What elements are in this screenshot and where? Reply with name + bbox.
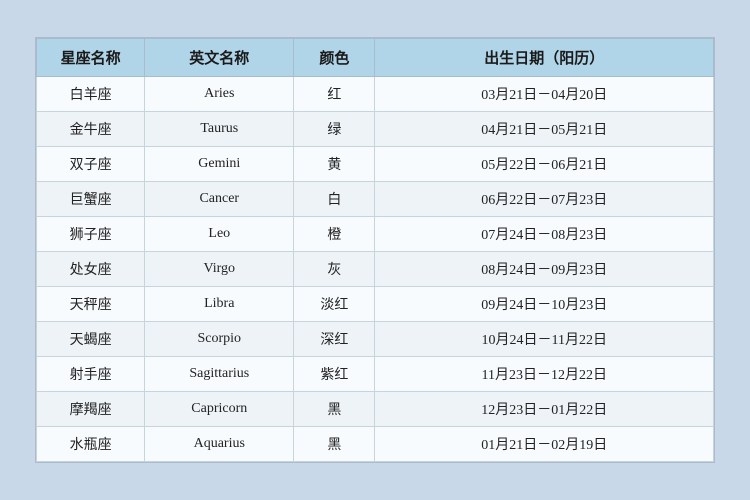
table-row: 天秤座Libra淡红09月24日－10月23日 <box>37 287 714 322</box>
header-date: 出生日期（阳历） <box>375 39 714 77</box>
cell-color: 白 <box>294 182 375 217</box>
cell-zh-name: 摩羯座 <box>37 392 145 427</box>
cell-zh-name: 射手座 <box>37 357 145 392</box>
table-row: 摩羯座Capricorn黑12月23日－01月22日 <box>37 392 714 427</box>
zodiac-table-container: 星座名称 英文名称 颜色 出生日期（阳历） 白羊座Aries红03月21日－04… <box>35 37 715 463</box>
table-row: 巨蟹座Cancer白06月22日－07月23日 <box>37 182 714 217</box>
header-en-name: 英文名称 <box>145 39 294 77</box>
table-body: 白羊座Aries红03月21日－04月20日金牛座Taurus绿04月21日－0… <box>37 77 714 462</box>
cell-color: 淡红 <box>294 287 375 322</box>
cell-en-name: Scorpio <box>145 322 294 357</box>
table-header-row: 星座名称 英文名称 颜色 出生日期（阳历） <box>37 39 714 77</box>
cell-date: 05月22日－06月21日 <box>375 147 714 182</box>
cell-date: 03月21日－04月20日 <box>375 77 714 112</box>
cell-en-name: Aries <box>145 77 294 112</box>
cell-color: 黑 <box>294 392 375 427</box>
cell-zh-name: 狮子座 <box>37 217 145 252</box>
cell-color: 深红 <box>294 322 375 357</box>
table-row: 水瓶座Aquarius黑01月21日－02月19日 <box>37 427 714 462</box>
cell-zh-name: 天秤座 <box>37 287 145 322</box>
table-row: 金牛座Taurus绿04月21日－05月21日 <box>37 112 714 147</box>
cell-color: 黑 <box>294 427 375 462</box>
cell-en-name: Virgo <box>145 252 294 287</box>
cell-zh-name: 巨蟹座 <box>37 182 145 217</box>
cell-date: 10月24日－11月22日 <box>375 322 714 357</box>
cell-zh-name: 天蝎座 <box>37 322 145 357</box>
zodiac-table: 星座名称 英文名称 颜色 出生日期（阳历） 白羊座Aries红03月21日－04… <box>36 38 714 462</box>
table-row: 射手座Sagittarius紫红11月23日－12月22日 <box>37 357 714 392</box>
cell-date: 01月21日－02月19日 <box>375 427 714 462</box>
cell-date: 04月21日－05月21日 <box>375 112 714 147</box>
cell-color: 紫红 <box>294 357 375 392</box>
cell-color: 黄 <box>294 147 375 182</box>
table-row: 双子座Gemini黄05月22日－06月21日 <box>37 147 714 182</box>
cell-zh-name: 白羊座 <box>37 77 145 112</box>
header-color: 颜色 <box>294 39 375 77</box>
cell-en-name: Aquarius <box>145 427 294 462</box>
cell-en-name: Libra <box>145 287 294 322</box>
cell-color: 绿 <box>294 112 375 147</box>
cell-en-name: Sagittarius <box>145 357 294 392</box>
header-zh-name: 星座名称 <box>37 39 145 77</box>
cell-date: 08月24日－09月23日 <box>375 252 714 287</box>
cell-date: 09月24日－10月23日 <box>375 287 714 322</box>
cell-date: 07月24日－08月23日 <box>375 217 714 252</box>
cell-en-name: Gemini <box>145 147 294 182</box>
cell-color: 红 <box>294 77 375 112</box>
cell-zh-name: 双子座 <box>37 147 145 182</box>
table-row: 白羊座Aries红03月21日－04月20日 <box>37 77 714 112</box>
cell-date: 06月22日－07月23日 <box>375 182 714 217</box>
table-row: 处女座Virgo灰08月24日－09月23日 <box>37 252 714 287</box>
cell-color: 灰 <box>294 252 375 287</box>
cell-en-name: Capricorn <box>145 392 294 427</box>
cell-en-name: Taurus <box>145 112 294 147</box>
cell-en-name: Cancer <box>145 182 294 217</box>
table-row: 天蝎座Scorpio深红10月24日－11月22日 <box>37 322 714 357</box>
cell-zh-name: 处女座 <box>37 252 145 287</box>
cell-color: 橙 <box>294 217 375 252</box>
cell-en-name: Leo <box>145 217 294 252</box>
cell-date: 11月23日－12月22日 <box>375 357 714 392</box>
cell-zh-name: 水瓶座 <box>37 427 145 462</box>
cell-zh-name: 金牛座 <box>37 112 145 147</box>
cell-date: 12月23日－01月22日 <box>375 392 714 427</box>
table-row: 狮子座Leo橙07月24日－08月23日 <box>37 217 714 252</box>
